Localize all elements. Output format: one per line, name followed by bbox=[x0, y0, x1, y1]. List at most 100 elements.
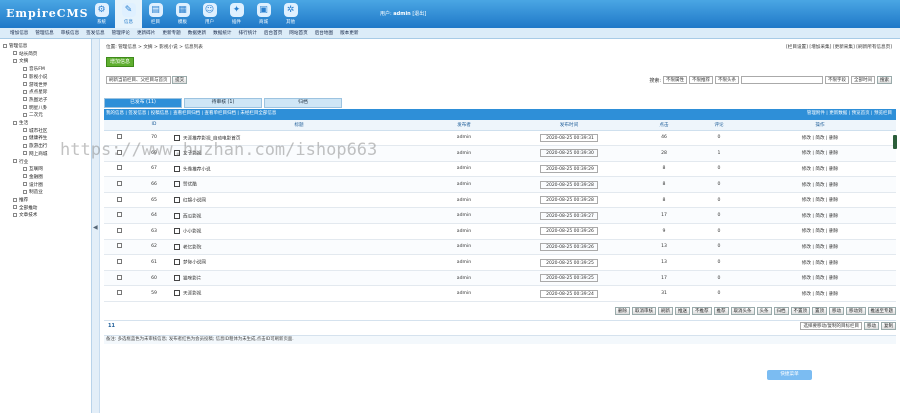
delete-link[interactable]: 删除 bbox=[829, 229, 838, 234]
field-select[interactable]: 不限字段 bbox=[825, 76, 849, 84]
nav-system[interactable]: ⚙ 系统 bbox=[88, 0, 115, 28]
row-comments[interactable]: 0 bbox=[694, 285, 744, 303]
row-checkbox[interactable] bbox=[116, 290, 122, 296]
recommend-select[interactable]: 不限推荐 bbox=[689, 76, 713, 84]
sidebar-item[interactable]: 行业 bbox=[13, 159, 28, 165]
sidebar-item[interactable]: 网上商城 bbox=[23, 151, 47, 157]
row-comments[interactable]: 0 bbox=[694, 254, 744, 271]
sidebar-item[interactable]: 影视小说 bbox=[23, 74, 47, 80]
col-clicks[interactable]: 点击 bbox=[634, 120, 694, 131]
sidebar-item[interactable]: 点点星际 bbox=[23, 89, 47, 95]
sidebar-item[interactable]: 文摘 bbox=[13, 58, 28, 64]
edit-link[interactable]: 修改 bbox=[802, 276, 811, 281]
list-links-left[interactable]: 我的信息 | 签发信息 | 投稿信息 | 查看栏目归档 | 查看单栏目归档 | … bbox=[106, 111, 276, 116]
delete-link[interactable]: 删除 bbox=[829, 198, 838, 203]
bulk-action-button[interactable]: 归档 bbox=[773, 307, 789, 315]
row-checkbox[interactable] bbox=[116, 243, 122, 249]
bulk-action-button[interactable]: 推送 bbox=[675, 307, 690, 315]
row-comments[interactable]: 0 bbox=[694, 176, 744, 193]
row-comments[interactable]: 0 bbox=[694, 270, 744, 287]
row-id[interactable]: 67 bbox=[134, 161, 174, 178]
sidebar-item[interactable]: 游戏世界 bbox=[23, 82, 47, 88]
subnav-sign-info[interactable]: 签发信息 bbox=[86, 30, 104, 36]
row-id[interactable]: 60 bbox=[134, 270, 174, 287]
row-checkbox[interactable] bbox=[116, 259, 122, 265]
row-date[interactable]: 2020-08-25 00:39:25 bbox=[540, 274, 598, 283]
bulk-action-button[interactable]: 推荐 bbox=[713, 307, 729, 315]
sidebar-item[interactable]: 管理信息 bbox=[3, 43, 27, 49]
edit-link[interactable]: 修改 bbox=[802, 261, 811, 266]
simple-edit-link[interactable]: 简改 bbox=[815, 276, 824, 281]
sidebar-item[interactable]: 全部推动 bbox=[13, 205, 37, 211]
row-id[interactable]: 64 bbox=[134, 207, 174, 225]
simple-edit-link[interactable]: 简改 bbox=[815, 261, 824, 266]
col-comments[interactable]: 评论 bbox=[694, 120, 744, 131]
row-comments[interactable]: 1 bbox=[694, 145, 744, 162]
sidebar-item[interactable]: 金融圈 bbox=[23, 174, 43, 180]
subnav-review-info[interactable]: 审核信息 bbox=[61, 30, 79, 36]
bulk-action-button[interactable]: 置顶 bbox=[812, 307, 827, 315]
bulk-action-button[interactable]: 推送至专题 bbox=[867, 307, 896, 315]
row-id[interactable]: 63 bbox=[134, 223, 174, 240]
simple-edit-link[interactable]: 简改 bbox=[815, 183, 824, 188]
simple-edit-link[interactable]: 简改 bbox=[815, 167, 824, 172]
delete-link[interactable]: 删除 bbox=[829, 292, 838, 297]
nav-template[interactable]: ▦ 模板 bbox=[169, 0, 196, 28]
subnav-version-update[interactable]: 版本更新 bbox=[340, 30, 358, 36]
row-title[interactable]: 红锦小说网 bbox=[183, 198, 206, 203]
sidebar-item[interactable]: 旅游出行 bbox=[23, 143, 47, 149]
edit-link[interactable]: 修改 bbox=[802, 229, 811, 234]
nav-other[interactable]: ✲ 其他 bbox=[277, 0, 304, 28]
bulk-action-button[interactable]: 移动 bbox=[829, 307, 844, 315]
nav-plugin[interactable]: ✦ 插件 bbox=[223, 0, 250, 28]
row-title[interactable]: 头像推荐小说 bbox=[183, 167, 211, 172]
row-checkbox[interactable] bbox=[116, 134, 122, 140]
bulk-action-button[interactable]: 移动到 bbox=[846, 307, 866, 315]
nav-user[interactable]: ☺ 用户 bbox=[196, 0, 223, 28]
bulk-action-button[interactable]: 刷新 bbox=[658, 307, 673, 315]
simple-edit-link[interactable]: 简改 bbox=[815, 136, 824, 141]
delete-link[interactable]: 删除 bbox=[829, 151, 838, 156]
delete-link[interactable]: 删除 bbox=[829, 214, 838, 219]
edit-link[interactable]: 修改 bbox=[802, 167, 811, 172]
col-date[interactable]: 发布时间 bbox=[504, 120, 634, 131]
simple-edit-link[interactable]: 简改 bbox=[815, 214, 824, 219]
sidebar-item[interactable]: 明星八卦 bbox=[23, 105, 47, 111]
submit-button[interactable]: 提交 bbox=[172, 76, 188, 84]
bulk-action-button[interactable]: 头条 bbox=[756, 307, 772, 315]
row-comments[interactable]: 0 bbox=[694, 130, 744, 147]
tab-archive[interactable]: 归档 bbox=[264, 98, 342, 108]
simple-edit-link[interactable]: 简改 bbox=[815, 245, 824, 250]
bulk-action-button[interactable]: 删除 bbox=[615, 307, 630, 315]
simple-edit-link[interactable]: 简改 bbox=[815, 198, 824, 203]
subnav-manage-comments[interactable]: 管理评论 bbox=[112, 30, 130, 36]
row-id[interactable]: 66 bbox=[134, 176, 174, 193]
row-id[interactable]: 59 bbox=[134, 285, 174, 303]
delete-link[interactable]: 删除 bbox=[829, 136, 838, 141]
row-title[interactable]: 猫咪影片 bbox=[183, 276, 201, 281]
subnav-rank-stats[interactable]: 排行统计 bbox=[239, 30, 257, 36]
sidebar-splitter[interactable]: ◀ bbox=[92, 39, 100, 413]
delete-link[interactable]: 删除 bbox=[829, 245, 838, 250]
edit-link[interactable]: 修改 bbox=[802, 245, 811, 250]
subnav-admin-home[interactable]: 后台首页 bbox=[264, 30, 282, 36]
row-comments[interactable]: 0 bbox=[694, 161, 744, 178]
move-button[interactable]: 移动 bbox=[864, 322, 879, 330]
edit-link[interactable]: 修改 bbox=[802, 136, 811, 141]
sidebar-item[interactable]: 推荐 bbox=[13, 197, 28, 203]
sidebar-item[interactable]: 城市社区 bbox=[23, 128, 47, 134]
row-checkbox[interactable] bbox=[116, 181, 122, 187]
sidebar-item[interactable]: 二次元 bbox=[23, 112, 43, 118]
sidebar-item[interactable]: 制造业 bbox=[23, 189, 43, 195]
edit-link[interactable]: 修改 bbox=[802, 292, 811, 297]
row-date[interactable]: 2020-08-25 00:39:28 bbox=[540, 180, 598, 189]
row-date[interactable]: 2020-08-25 00:39:27 bbox=[540, 211, 598, 220]
tab-pending[interactable]: 待审核 (1) bbox=[184, 98, 262, 108]
tab-published[interactable]: 已发布 (11) bbox=[104, 98, 182, 108]
nav-info[interactable]: ✎ 信息 bbox=[115, 0, 142, 28]
edit-link[interactable]: 修改 bbox=[802, 198, 811, 203]
delete-link[interactable]: 删除 bbox=[829, 261, 838, 266]
subnav-data-update[interactable]: 数据更新 bbox=[188, 30, 206, 36]
row-checkbox[interactable] bbox=[116, 227, 122, 233]
row-comments[interactable]: 0 bbox=[694, 192, 744, 209]
